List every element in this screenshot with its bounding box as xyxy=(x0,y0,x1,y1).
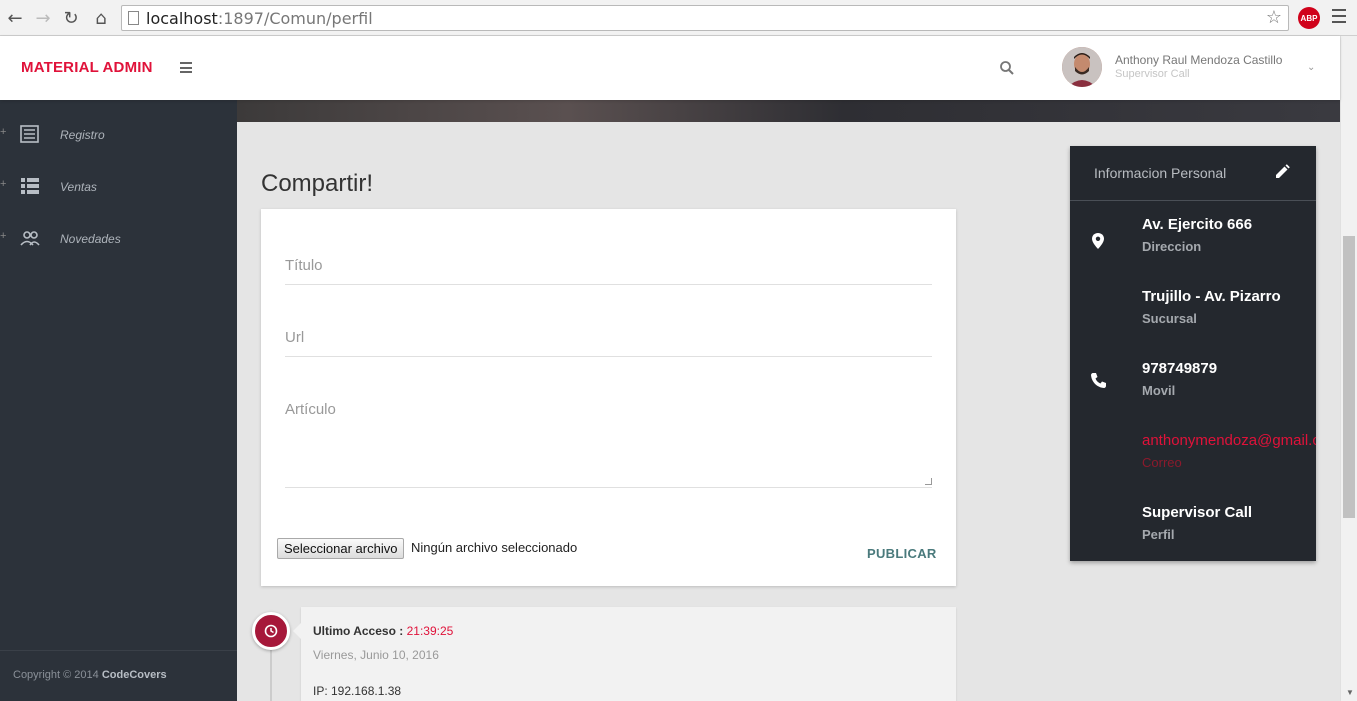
copyright-text: Copyright © 2014 xyxy=(13,669,99,681)
location-pin-icon xyxy=(1092,233,1104,249)
info-value: Supervisor Call xyxy=(1142,504,1253,521)
resize-grip-icon[interactable] xyxy=(925,478,932,485)
info-value: 978749879 xyxy=(1142,360,1218,377)
scrollbar[interactable]: ▼ xyxy=(1340,36,1357,701)
sidebar-item-ventas[interactable]: + Ventas xyxy=(0,172,237,202)
copyright: Copyright © 2014 CodeCovers xyxy=(13,669,167,681)
info-divider xyxy=(1070,200,1316,201)
info-row-address: Av. Ejercito 666 Direccion xyxy=(1142,216,1252,254)
article-textarea[interactable]: Artículo xyxy=(285,393,932,488)
menu-toggle-icon[interactable] xyxy=(180,62,192,73)
sidebar-divider xyxy=(0,650,237,651)
article-placeholder: Artículo xyxy=(285,401,336,418)
sidebar-item-label: Novedades xyxy=(60,232,121,246)
last-access-label: Ultimo Acceso : xyxy=(313,624,404,638)
chevron-down-icon[interactable]: ⌄ xyxy=(1307,62,1315,73)
sidebar-item-label: Ventas xyxy=(60,180,97,194)
address-url[interactable]: localhost:1897/Comun/perfil xyxy=(146,9,373,28)
forward-arrow-icon[interactable]: → xyxy=(32,7,54,29)
user-name[interactable]: Anthony Raul Mendoza Castillo xyxy=(1115,53,1282,67)
edit-pencil-icon[interactable] xyxy=(1274,164,1290,180)
info-label: Correo xyxy=(1142,455,1182,470)
expand-plus-icon[interactable]: + xyxy=(0,178,6,190)
scrollbar-thumb[interactable] xyxy=(1343,236,1355,518)
last-access-date: Viernes, Junio 10, 2016 xyxy=(313,648,439,662)
title-placeholder: Título xyxy=(285,257,323,274)
bookmark-star-icon[interactable]: ☆ xyxy=(1266,7,1282,28)
info-label: Direccion xyxy=(1142,239,1202,254)
url-host: localhost xyxy=(146,9,218,28)
info-row-profile: Supervisor Call Perfil xyxy=(1142,504,1252,542)
reload-icon[interactable]: ↻ xyxy=(60,7,82,29)
file-status: Ningún archivo seleccionado xyxy=(411,540,578,555)
expand-plus-icon[interactable]: + xyxy=(0,126,6,138)
info-row-mobile: 978749879 Movil xyxy=(1142,360,1217,398)
info-row-branch: Trujillo - Av. Pizarro Sucursal xyxy=(1142,288,1281,326)
personal-info-title: Informacion Personal xyxy=(1094,165,1227,181)
home-icon[interactable]: ⌂ xyxy=(90,7,112,29)
select-file-button[interactable]: Seleccionar archivo xyxy=(277,538,405,559)
info-row-email: anthonymendoza@gmail.com Correo xyxy=(1142,432,1316,470)
avatar[interactable] xyxy=(1062,47,1102,87)
scroll-down-arrow-icon[interactable]: ▼ xyxy=(1346,688,1354,697)
sidebar-item-novedades[interactable]: + Novedades xyxy=(0,224,237,254)
last-access: Ultimo Acceso : 21:39:25 xyxy=(313,624,453,638)
user-role: Supervisor Call xyxy=(1115,68,1190,80)
info-label: Perfil xyxy=(1142,527,1175,542)
personal-info-card: Informacion Personal Av. Ejercito 666 Di… xyxy=(1070,146,1316,561)
url-path: :1897/Comun/perfil xyxy=(217,9,373,28)
expand-plus-icon[interactable]: + xyxy=(0,230,6,242)
sidebar: + Registro + Ventas + Novedades Copyrigh… xyxy=(0,100,237,701)
sidebar-item-label: Registro xyxy=(60,128,105,142)
address-bar[interactable]: localhost:1897/Comun/perfil ☆ xyxy=(121,5,1289,31)
group-icon xyxy=(20,231,40,246)
title-input[interactable]: Título xyxy=(285,249,932,285)
timeline-line xyxy=(270,650,272,701)
url-input[interactable]: Url xyxy=(285,321,932,357)
copyright-brand: CodeCovers xyxy=(101,669,167,681)
info-value: Trujillo - Av. Pizarro xyxy=(1142,288,1281,305)
info-label: Movil xyxy=(1142,383,1176,398)
timeline-card: Ultimo Acceso : 21:39:25 Viernes, Junio … xyxy=(293,607,956,701)
phone-icon xyxy=(1091,373,1106,388)
adblock-icon[interactable]: ABP xyxy=(1298,7,1320,29)
last-access-time: 21:39:25 xyxy=(406,624,454,638)
app-logo[interactable]: MATERIAL ADMIN xyxy=(21,59,153,76)
browser-toolbar: ← → ↻ ⌂ localhost:1897/Comun/perfil ☆ AB… xyxy=(0,0,1357,36)
sidebar-item-registro[interactable]: + Registro xyxy=(0,120,237,150)
search-icon[interactable] xyxy=(999,60,1015,76)
publish-button[interactable]: PUBLICAR xyxy=(867,546,937,561)
clock-icon xyxy=(252,612,290,650)
profile-cover-image xyxy=(237,100,1340,122)
share-title: Compartir! xyxy=(261,170,374,197)
list-icon xyxy=(20,125,39,143)
back-arrow-icon[interactable]: ← xyxy=(4,7,26,29)
url-placeholder: Url xyxy=(285,329,305,346)
info-label: Sucursal xyxy=(1142,311,1197,326)
grid-list-icon xyxy=(21,178,39,194)
app-header: MATERIAL ADMIN Anthony Raul Mendoza Cast… xyxy=(0,36,1340,100)
email-link[interactable]: anthonymendoza@gmail.com xyxy=(1142,432,1316,449)
last-access-ip: IP: 192.168.1.38 xyxy=(313,684,402,698)
browser-menu-icon[interactable] xyxy=(1332,9,1346,27)
share-card: Título Url Artículo Seleccionar archivo … xyxy=(261,209,956,586)
page-icon xyxy=(128,11,139,25)
info-value: Av. Ejercito 666 xyxy=(1142,216,1253,233)
